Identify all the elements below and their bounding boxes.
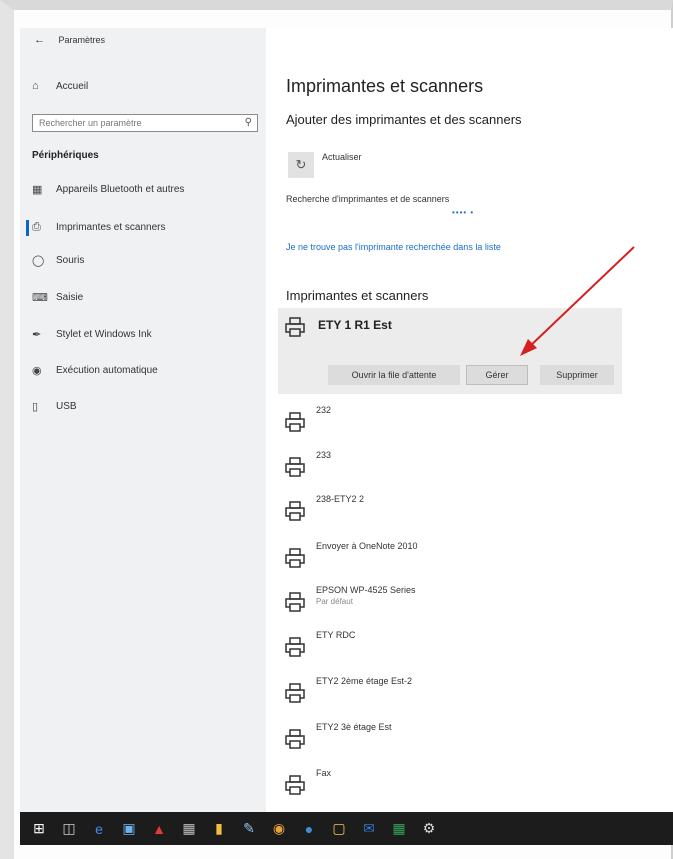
excel-icon[interactable]: ▦ — [388, 818, 410, 840]
settings-icon[interactable]: ⚙ — [418, 818, 440, 840]
acrobat-icon[interactable]: ▲ — [148, 818, 170, 840]
app-icon[interactable]: ● — [298, 818, 320, 840]
explorer-icon[interactable]: ▮ — [208, 818, 230, 840]
annotation-arrow — [520, 246, 635, 356]
edge-icon[interactable]: e — [88, 818, 110, 840]
store-icon[interactable]: ▣ — [118, 818, 140, 840]
sticky-notes-icon[interactable]: ▢ — [328, 818, 350, 840]
paint-icon[interactable]: ✎ — [238, 818, 260, 840]
start-icon[interactable]: ⊞ — [28, 818, 50, 840]
taskbar: ⊞ ◫ e ▣ ▲ ▦ ▮ ✎ ◉ ● ▢ ✉ ▦ ⚙ — [20, 812, 673, 845]
chrome-icon[interactable]: ◉ — [268, 818, 290, 840]
calculator-icon[interactable]: ▦ — [178, 818, 200, 840]
task-view-icon[interactable]: ◫ — [58, 818, 80, 840]
outlook-icon[interactable]: ✉ — [358, 818, 380, 840]
